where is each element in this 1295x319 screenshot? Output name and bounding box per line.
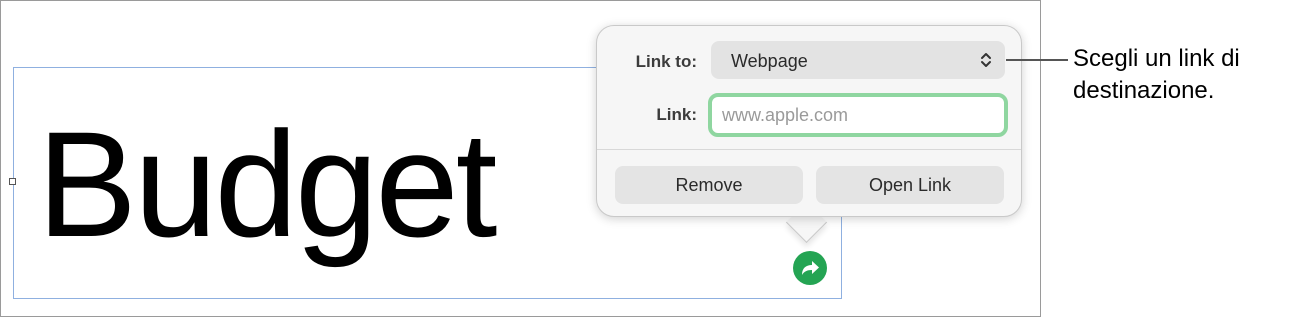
link-to-label: Link to: <box>635 52 697 71</box>
callout-leader-line <box>1006 59 1068 61</box>
link-to-select[interactable]: Webpage <box>711 41 1005 79</box>
selection-handle[interactable] <box>9 178 16 185</box>
link-arrow-icon[interactable] <box>793 251 827 285</box>
link-label: Link: <box>656 105 697 124</box>
link-field-focus-ring <box>708 93 1008 137</box>
remove-button[interactable]: Remove <box>615 166 803 204</box>
budget-text[interactable]: Budget <box>37 109 497 259</box>
link-input[interactable] <box>712 97 1004 133</box>
open-link-button[interactable]: Open Link <box>816 166 1004 204</box>
chevron-updown-icon <box>981 53 991 67</box>
link-popover: Link to: Webpage Link: Remove Open Link <box>596 25 1022 217</box>
popover-divider <box>597 149 1021 150</box>
callout-text: Scegli un link di destinazione. <box>1073 45 1240 104</box>
link-to-value: Webpage <box>731 51 808 71</box>
